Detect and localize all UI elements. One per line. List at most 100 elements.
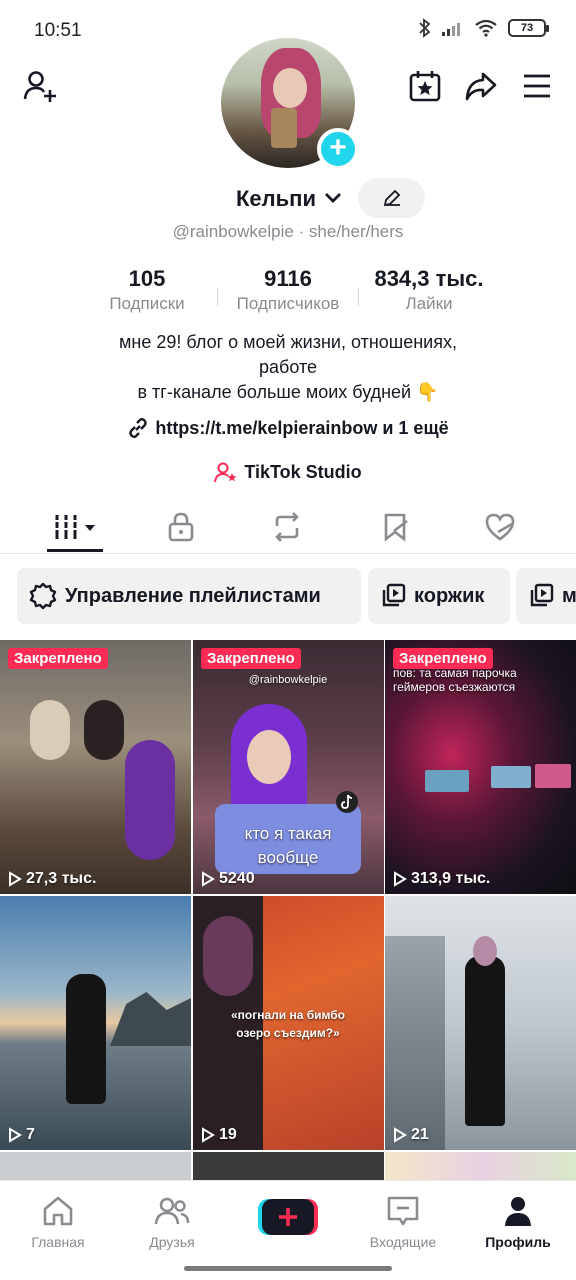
bio-line: мне 29! блог о моей жизни, отношениях,	[119, 332, 457, 352]
view-count: 19	[201, 1126, 237, 1144]
stat-label: Подписки	[109, 294, 185, 313]
playlist-chip[interactable]: м	[516, 568, 576, 624]
video-watermark: @rainbowkelpie	[248, 674, 328, 686]
playlist-chips: Управление плейлистами коржик м	[0, 568, 576, 626]
video-thumbnail[interactable]	[385, 1152, 576, 1180]
lock-icon	[168, 512, 194, 542]
profile-link-text[interactable]: https://t.me/kelpierainbow и 1 ещё	[155, 418, 448, 439]
stat-value: 105	[128, 266, 166, 291]
stat-label: Подписчиков	[236, 294, 340, 313]
tab-reposts[interactable]	[259, 510, 315, 544]
profile-bio: мне 29! блог о моей жизни, отношениях, р…	[60, 330, 516, 405]
add-story-button[interactable]: +	[317, 128, 359, 170]
manage-playlists-chip[interactable]: Управление плейлистами	[17, 568, 361, 624]
status-time: 10:51	[34, 20, 82, 41]
gear-icon	[29, 582, 57, 610]
create-button[interactable]	[258, 1197, 318, 1237]
active-tab-indicator	[47, 549, 103, 552]
nav-label: Друзья	[149, 1234, 195, 1250]
nav-label: Главная	[31, 1234, 85, 1250]
video-grid: Закреплено 27,3 тыс. кто я такая вообще …	[0, 640, 576, 1180]
view-count-text: 27,3 тыс.	[26, 870, 97, 887]
play-icon	[9, 871, 22, 887]
video-thumbnail[interactable]: пов: та самая парочка геймеров съезжаютс…	[385, 640, 576, 894]
stat-followers[interactable]: 9116 Подписчиков	[224, 266, 352, 314]
avatar-cup	[271, 108, 297, 148]
tiktok-studio-link[interactable]: TikTok Studio	[0, 458, 576, 486]
view-count: 27,3 тыс.	[8, 870, 96, 888]
share-button[interactable]	[459, 64, 503, 108]
battery-level: 73	[520, 22, 534, 34]
video-caption: пов: та самая парочка геймеров съезжаютс…	[393, 666, 517, 694]
repost-icon	[275, 512, 299, 542]
nav-friends[interactable]: Друзья	[117, 1195, 227, 1250]
play-icon	[394, 871, 407, 887]
playlist-icon	[382, 583, 406, 607]
chip-label: м	[562, 584, 576, 607]
video-thumbnail[interactable]	[193, 1152, 384, 1180]
view-count: 313,9 тыс.	[393, 870, 490, 888]
video-thumbnail[interactable]: 7	[0, 896, 191, 1150]
video-thumbnail[interactable]: кто я такая вообще @rainbowkelpie Закреп…	[193, 640, 384, 894]
profile-icon	[505, 1197, 531, 1226]
calendar-star-icon	[409, 71, 441, 102]
battery-icon: 73	[508, 19, 549, 37]
video-thumbnail[interactable]: «погнали на бимбо озеро съездим?» 19	[193, 896, 384, 1150]
stat-label: Лайки	[405, 294, 453, 313]
profile-name[interactable]: Кельпи	[236, 186, 316, 212]
plus-icon	[258, 1199, 318, 1235]
stat-divider	[358, 288, 359, 306]
tab-videos[interactable]	[47, 510, 103, 544]
edit-profile-button[interactable]	[358, 178, 425, 218]
profile-link[interactable]: https://t.me/kelpierainbow и 1 ещё	[0, 414, 576, 442]
tab-private[interactable]	[153, 510, 209, 544]
nav-home[interactable]: Главная	[3, 1195, 113, 1250]
chip-label: коржик	[414, 584, 485, 607]
home-indicator[interactable]	[184, 1266, 392, 1271]
signal-icon	[442, 23, 460, 36]
friends-icon	[154, 1197, 190, 1225]
nav-label: Профиль	[485, 1234, 551, 1250]
inbox-icon	[387, 1196, 419, 1226]
view-count-text: 313,9 тыс.	[411, 870, 491, 887]
creator-person-icon	[214, 462, 237, 483]
profile-stats: 105 Подписки 9116 Подписчиков 834,3 тыс.…	[0, 266, 576, 322]
menu-button[interactable]	[515, 64, 559, 108]
chevron-down-icon[interactable]	[323, 188, 343, 208]
events-button[interactable]	[403, 64, 447, 108]
tab-liked[interactable]	[472, 510, 528, 544]
video-thumbnail[interactable]	[0, 1152, 191, 1180]
chip-label: Управление плейлистами	[65, 584, 321, 607]
pencil-icon	[383, 189, 400, 207]
stat-likes[interactable]: 834,3 тыс. Лайки	[362, 266, 496, 314]
share-arrow-icon	[465, 72, 497, 101]
play-icon	[394, 1127, 407, 1143]
name-row: Кельпи	[0, 178, 576, 218]
bio-line: в тг-канале больше моих будней 👇	[137, 382, 439, 402]
nav-profile[interactable]: Профиль	[463, 1195, 573, 1250]
bio-line: работе	[259, 357, 317, 377]
tiktok-logo-icon	[336, 791, 358, 813]
bluetooth-icon	[419, 18, 431, 38]
view-count-text: 21	[411, 1126, 429, 1143]
pinned-badge: Закреплено	[393, 648, 493, 669]
add-friend-button[interactable]	[18, 64, 62, 108]
playlist-chip[interactable]: коржик	[368, 568, 510, 624]
hamburger-menu-icon	[524, 74, 550, 98]
profile-handle: @rainbowkelpie · she/her/hers	[172, 222, 404, 241]
view-count: 5240	[201, 870, 255, 888]
stat-following[interactable]: 105 Подписки	[94, 266, 200, 314]
play-icon	[202, 1127, 215, 1143]
stat-value: 9116	[264, 266, 312, 291]
pinned-badge: Закреплено	[201, 648, 301, 669]
status-icons: 73	[418, 18, 549, 38]
add-user-icon	[23, 71, 56, 102]
video-thumbnail[interactable]: Закреплено 27,3 тыс.	[0, 640, 191, 894]
tab-saved[interactable]	[368, 510, 424, 544]
play-icon	[9, 1127, 22, 1143]
nav-inbox[interactable]: Входящие	[348, 1195, 458, 1250]
nav-label: Входящие	[369, 1234, 437, 1250]
view-count-text: 5240	[219, 870, 255, 887]
profile-tabs	[0, 500, 576, 554]
video-thumbnail[interactable]: 21	[385, 896, 576, 1150]
